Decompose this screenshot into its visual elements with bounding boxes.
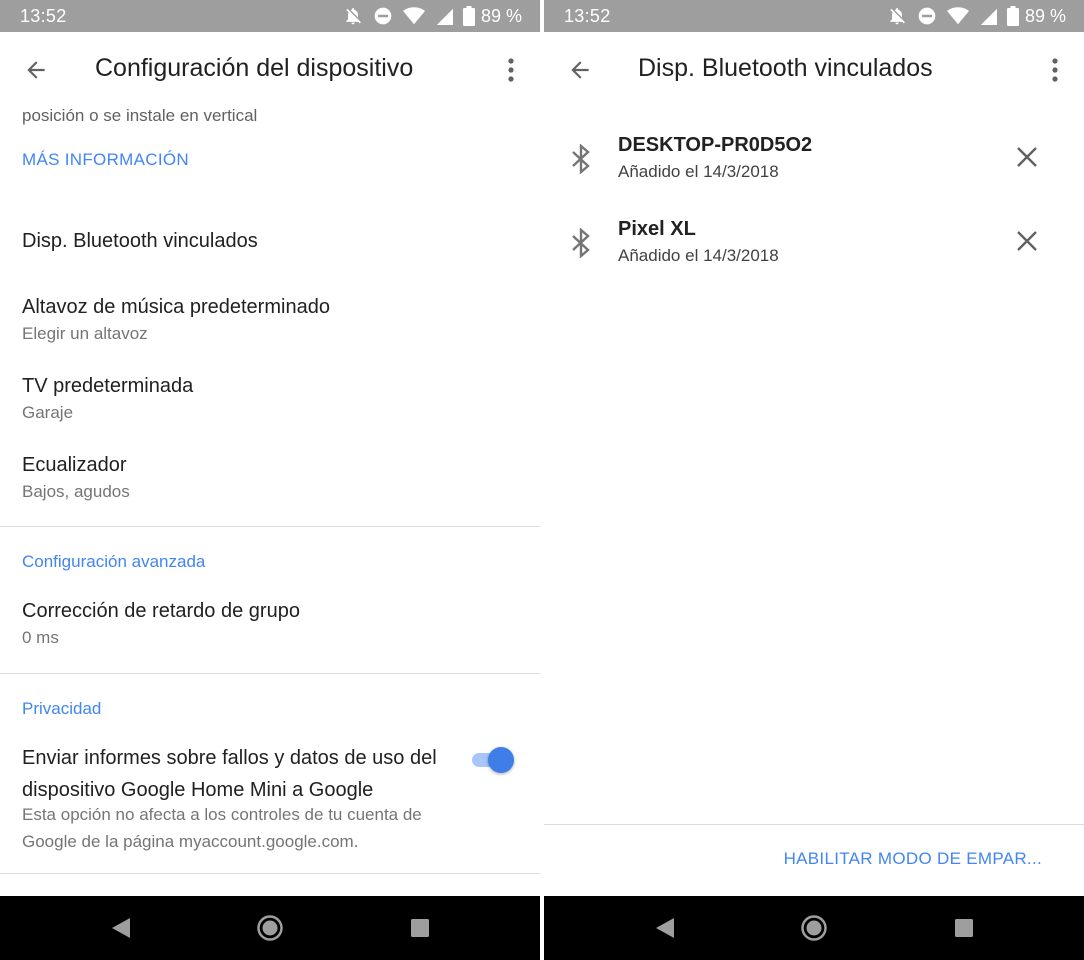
- crash-report-toggle[interactable]: [470, 745, 516, 775]
- device-settings-screen: 13:52 89 % Configuración del dispositivo…: [0, 0, 540, 960]
- close-icon: [1017, 231, 1037, 251]
- wifi-icon: [946, 7, 969, 25]
- more-info-link[interactable]: MÁS INFORMACIÓN: [22, 150, 189, 170]
- setting-title: Ecualizador: [22, 454, 127, 476]
- footer-divider: [544, 824, 1084, 825]
- back-arrow-icon: [27, 61, 45, 79]
- battery-icon: [462, 6, 475, 26]
- close-icon: [1017, 147, 1037, 167]
- nav-back-icon: [112, 918, 130, 938]
- remove-device-button[interactable]: [1016, 226, 1038, 256]
- nav-home-button[interactable]: [799, 913, 829, 943]
- remove-device-button[interactable]: [1016, 142, 1038, 172]
- more-vert-icon: [1052, 58, 1058, 82]
- app-bar: Disp. Bluetooth vinculados: [544, 32, 1084, 106]
- privacy-section-header: Privacidad: [22, 699, 102, 718]
- setting-subtitle: Garaje: [22, 403, 74, 422]
- section-divider: [0, 526, 540, 527]
- description-text: posición o se instale en vertical: [22, 106, 258, 125]
- nav-recents-icon: [955, 919, 973, 937]
- back-button[interactable]: [18, 52, 54, 88]
- setting-title: TV predeterminada: [22, 375, 194, 397]
- nav-recents-button[interactable]: [949, 913, 979, 943]
- bluetooth-icon: [572, 144, 590, 174]
- setting-default-music-speaker[interactable]: Altavoz de música predeterminado Elegir …: [0, 286, 540, 356]
- page-title: Configuración del dispositivo: [95, 54, 414, 82]
- status-bar: 13:52 89 %: [0, 0, 540, 32]
- app-bar: Configuración del dispositivo: [0, 32, 540, 106]
- setting-subtitle: 0 ms: [22, 628, 59, 647]
- device-added-date: Añadido el 14/3/2018: [618, 162, 779, 181]
- notifications-off-icon: [346, 8, 361, 25]
- nav-back-icon: [656, 918, 674, 938]
- back-button[interactable]: [562, 52, 598, 88]
- paired-device-row[interactable]: Pixel XL Añadido el 14/3/2018: [544, 218, 1084, 288]
- more-options-button[interactable]: [1040, 52, 1070, 88]
- back-arrow-icon: [571, 61, 589, 79]
- setting-title: Disp. Bluetooth vinculados: [22, 230, 258, 252]
- battery-icon: [1006, 6, 1019, 26]
- nav-home-icon: [257, 915, 283, 941]
- more-options-button[interactable]: [496, 52, 526, 88]
- setting-equalizer[interactable]: Ecualizador Bajos, agudos: [0, 444, 540, 514]
- status-icons: 89 %: [887, 5, 1066, 27]
- nav-recents-icon: [411, 919, 429, 937]
- nav-home-icon: [801, 915, 827, 941]
- setting-paired-bluetooth[interactable]: Disp. Bluetooth vinculados: [0, 220, 540, 270]
- setting-subtitle: Elegir un altavoz: [22, 324, 148, 343]
- device-added-date: Añadido el 14/3/2018: [618, 246, 779, 265]
- nav-back-button[interactable]: [650, 913, 680, 943]
- device-name: Pixel XL: [618, 218, 696, 240]
- wifi-icon: [402, 7, 425, 25]
- paired-bluetooth-screen: 13:52 89 % Disp. Bluetooth vinculados DE…: [544, 0, 1084, 960]
- more-vert-icon: [508, 58, 514, 82]
- setting-default-tv[interactable]: TV predeterminada Garaje: [0, 365, 540, 435]
- battery-level: 89 %: [1024, 5, 1066, 26]
- navigation-bar: [0, 896, 540, 960]
- setting-title: Altavoz de música predeterminado: [22, 296, 330, 318]
- nav-recents-button[interactable]: [405, 913, 435, 943]
- nav-back-button[interactable]: [106, 913, 136, 943]
- status-icons: 89 %: [343, 5, 522, 27]
- device-name: DESKTOP-PR0D5O2: [618, 134, 813, 156]
- bluetooth-icon: [572, 228, 590, 258]
- cell-signal-icon: [436, 8, 453, 25]
- toggle-thumb: [488, 747, 514, 773]
- setting-subtitle: Bajos, agudos: [22, 482, 130, 501]
- setting-title: Corrección de retardo de grupo: [22, 600, 300, 622]
- nav-home-button[interactable]: [255, 913, 285, 943]
- battery-level: 89 %: [480, 5, 522, 26]
- advanced-section-header: Configuración avanzada: [22, 552, 206, 571]
- notifications-off-icon: [890, 8, 905, 25]
- cell-signal-icon: [980, 8, 997, 25]
- do-not-disturb-icon: [374, 7, 392, 25]
- crash-report-setting-title: Enviar informes sobre fallos y datos de …: [22, 747, 437, 801]
- paired-device-row[interactable]: DESKTOP-PR0D5O2 Añadido el 14/3/2018: [544, 134, 1084, 204]
- navigation-bar: [544, 896, 1084, 960]
- enable-pairing-mode-button[interactable]: HABILITAR MODO DE EMPAR...: [784, 849, 1042, 869]
- status-bar: 13:52 89 %: [544, 0, 1084, 32]
- section-divider: [0, 673, 540, 674]
- setting-group-delay-correction[interactable]: Corrección de retardo de grupo 0 ms: [0, 590, 540, 660]
- status-time: 13:52: [20, 6, 67, 26]
- page-title: Disp. Bluetooth vinculados: [638, 54, 933, 82]
- status-time: 13:52: [564, 6, 611, 26]
- do-not-disturb-icon: [918, 7, 936, 25]
- section-divider: [0, 873, 540, 874]
- crash-report-setting-subtitle: Esta opción no afecta a los controles de…: [22, 805, 422, 851]
